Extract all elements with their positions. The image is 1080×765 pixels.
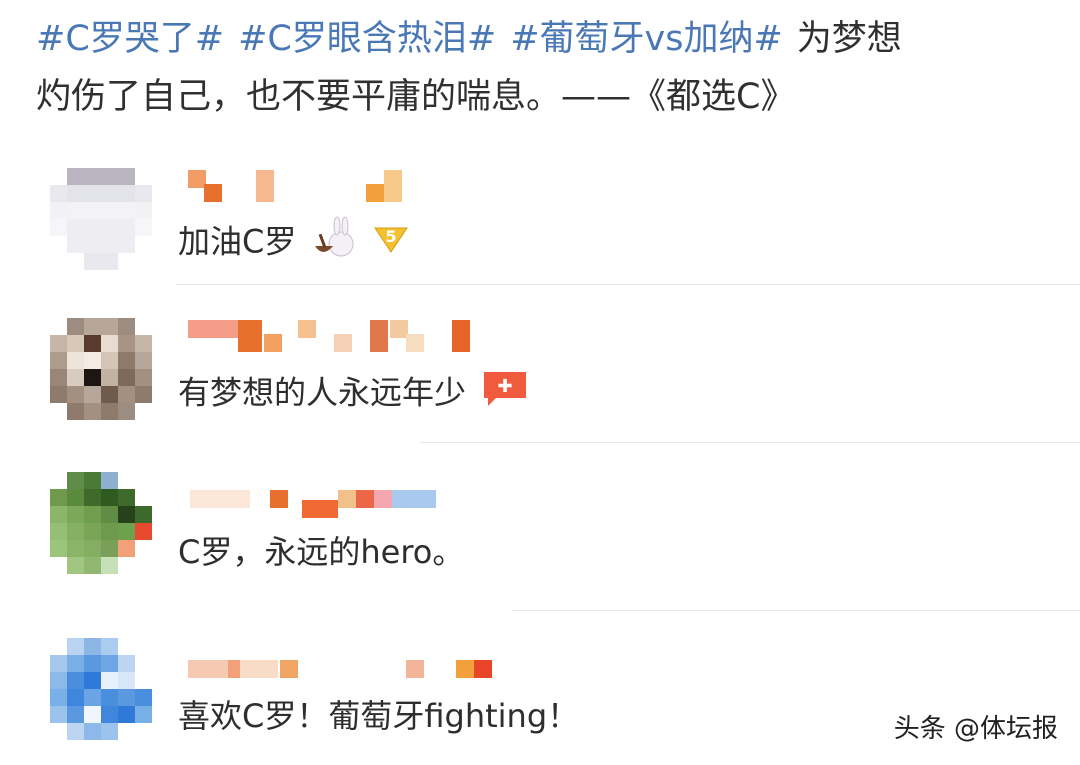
svg-text:✚: ✚: [498, 376, 513, 397]
username-mosaic[interactable]: [180, 486, 460, 518]
hashtag-cry[interactable]: #C罗哭了#: [36, 19, 224, 59]
avatar[interactable]: [50, 318, 152, 420]
comment-text: 加油C罗 5: [178, 216, 411, 271]
hashtag-tears[interactable]: #C罗眼含热泪#: [238, 19, 496, 59]
post-text-line2: 灼伤了自己，也不要平庸的喘息。——《都选C》: [36, 77, 796, 117]
username-mosaic[interactable]: [180, 318, 480, 352]
comment-item: 有梦想的人永远年少 ✚: [0, 318, 1080, 443]
badge-5-icon: 5: [371, 218, 411, 269]
divider: [512, 610, 1080, 611]
avatar[interactable]: [50, 472, 152, 574]
comment-content: 有梦想的人永远年少: [178, 373, 467, 412]
comment-content: 喜欢C罗！葡萄牙fighting！: [178, 697, 580, 735]
comment-content: 加油C罗: [178, 222, 297, 261]
comment-text: 喜欢C罗！葡萄牙fighting！: [178, 694, 579, 738]
divider: [420, 442, 1080, 443]
username-mosaic[interactable]: [180, 168, 420, 202]
rabbit-icon: [311, 216, 357, 271]
username-mosaic[interactable]: [180, 654, 500, 680]
post-text-line1: 为梦想: [796, 19, 902, 59]
comment-text: 有梦想的人永远年少 ✚: [178, 368, 530, 421]
avatar[interactable]: [50, 168, 152, 270]
avatar[interactable]: [50, 638, 152, 740]
jiayou-sticker-icon: ✚: [480, 368, 530, 421]
hashtag-match[interactable]: #葡萄牙vs加纳#: [510, 19, 783, 59]
watermark: 头条 @体坛报: [893, 714, 1058, 744]
comment-content: C罗，永远的hero。: [178, 533, 465, 571]
comment-text: C罗，永远的hero。: [178, 530, 464, 574]
comment-item: C罗，永远的hero。: [0, 472, 1080, 611]
comment-item: 加油C罗 5: [0, 168, 1080, 288]
divider: [176, 284, 1080, 285]
post-text: #C罗哭了# #C罗眼含热泪# #葡萄牙vs加纳# 为梦想 灼伤了自己，也不要平庸的喘…: [36, 10, 1046, 126]
svg-text:5: 5: [385, 227, 396, 246]
